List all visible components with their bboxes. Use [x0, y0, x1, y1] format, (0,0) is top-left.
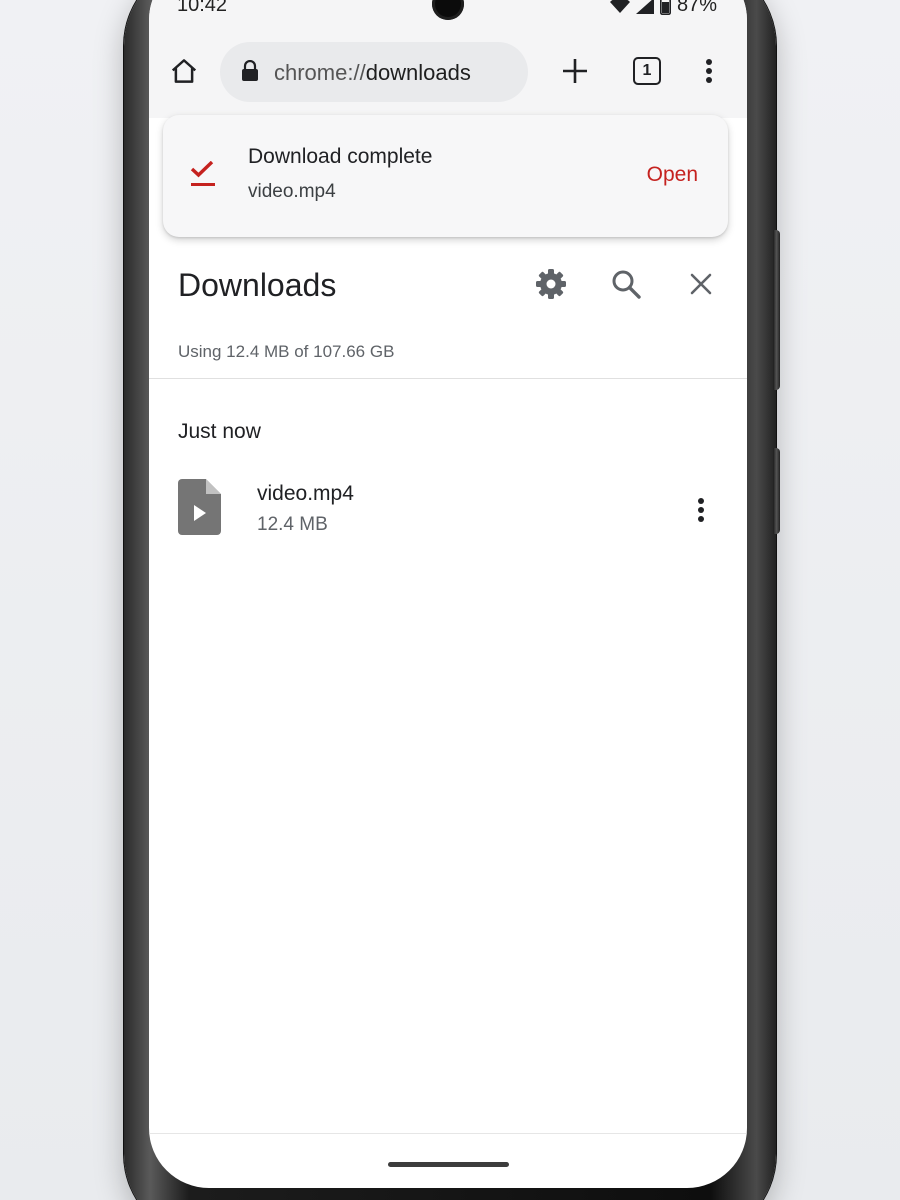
- browser-toolbar: chrome://downloads 1: [149, 22, 747, 118]
- new-tab-icon: [563, 59, 587, 83]
- close-button[interactable]: [681, 262, 721, 306]
- volume-button: [773, 230, 780, 390]
- search-button[interactable]: [606, 262, 646, 306]
- tab-switcher-icon: 1: [633, 57, 661, 85]
- battery-icon: [659, 0, 671, 15]
- wifi-icon: [609, 0, 630, 13]
- omnibox[interactable]: chrome://downloads: [220, 42, 528, 102]
- phone-screen: 10:42 87% chrome://downloads 1 Download …: [149, 0, 747, 1188]
- gesture-home-bar[interactable]: [388, 1162, 509, 1167]
- section-header: Just now: [178, 420, 261, 443]
- search-icon: [612, 270, 641, 299]
- nav-divider: [149, 1133, 747, 1134]
- status-time: 10:42: [177, 0, 228, 16]
- power-button: [773, 448, 780, 534]
- status-bar: 10:42 87%: [149, 0, 747, 22]
- settings-button[interactable]: [531, 262, 571, 306]
- battery-level: 87%: [676, 0, 717, 16]
- status-icons: 87%: [609, 0, 717, 17]
- message-filename: video.mp4: [248, 181, 336, 202]
- page-title: Downloads: [178, 267, 337, 303]
- url-host: downloads: [365, 60, 471, 85]
- lock-icon: [242, 60, 258, 81]
- video-file-icon: [178, 479, 221, 535]
- storage-summary: Using 12.4 MB of 107.66 GB: [178, 342, 395, 361]
- overflow-menu-icon: [706, 59, 712, 83]
- new-tab-button[interactable]: [555, 51, 595, 91]
- screen-content: 10:42 87% chrome://downloads 1 Download …: [149, 0, 747, 1188]
- item-menu-icon: [698, 498, 704, 522]
- file-name: video.mp4: [257, 482, 354, 505]
- item-menu-button[interactable]: [681, 488, 721, 532]
- stage: 10:42 87% chrome://downloads 1 Download …: [0, 0, 900, 1200]
- message-title: Download complete: [248, 145, 433, 168]
- url-scheme: chrome://: [274, 60, 366, 85]
- download-complete-message: Download complete video.mp4 Open: [163, 115, 728, 237]
- overflow-menu-button[interactable]: [689, 51, 729, 91]
- download-done-icon: [190, 161, 215, 186]
- header-divider: [149, 378, 747, 379]
- close-icon: [690, 273, 712, 295]
- download-item[interactable]: video.mp4 12.4 MB: [149, 470, 747, 550]
- url-text: chrome://downloads: [274, 60, 471, 86]
- signal-icon: [635, 0, 654, 14]
- home-button[interactable]: [163, 50, 205, 92]
- tab-switcher-button[interactable]: 1: [627, 51, 667, 91]
- file-size: 12.4 MB: [257, 514, 328, 535]
- settings-icon: [536, 269, 566, 299]
- home-icon: [171, 59, 197, 83]
- open-button[interactable]: Open: [647, 163, 698, 187]
- front-camera: [432, 0, 464, 20]
